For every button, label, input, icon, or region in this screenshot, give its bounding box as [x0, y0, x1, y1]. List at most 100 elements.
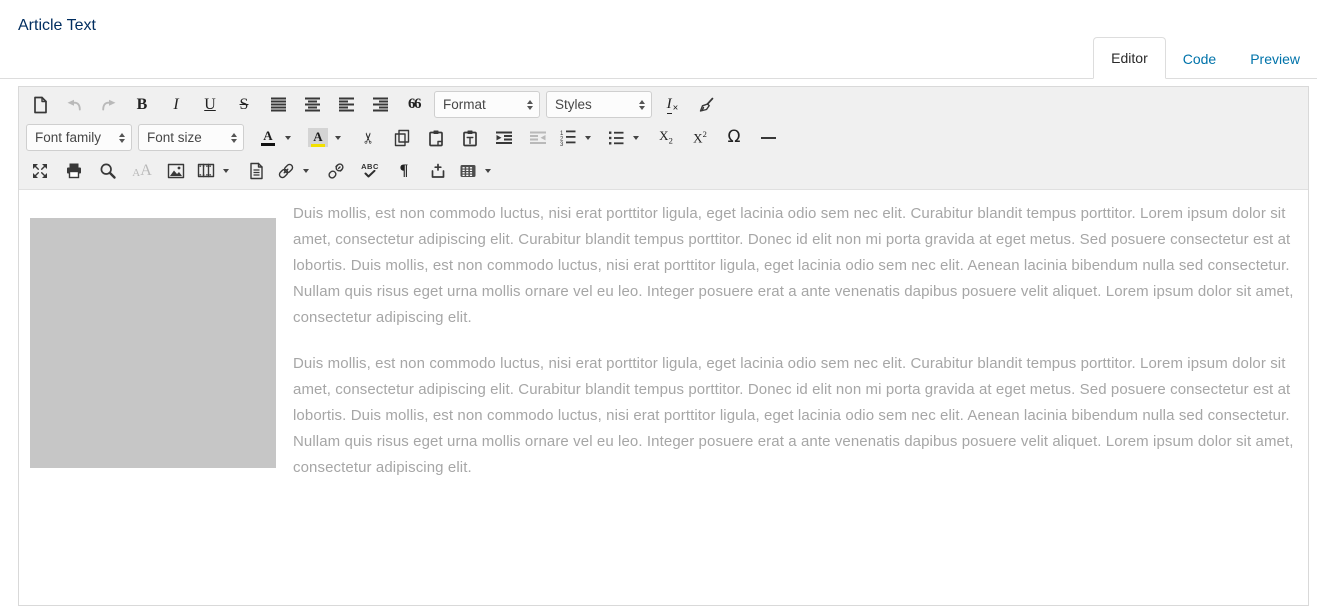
- superscript-icon: X2: [693, 130, 707, 144]
- underline-icon: U: [204, 97, 216, 113]
- link-splitbutton: [273, 157, 313, 184]
- block-options-splitbutton: [455, 157, 495, 184]
- new-document-button[interactable]: [23, 91, 57, 118]
- superscript-button[interactable]: X2: [683, 124, 717, 151]
- insert-image-button[interactable]: [159, 157, 193, 184]
- bold-button[interactable]: B: [125, 91, 159, 118]
- subscript-button[interactable]: X2: [649, 124, 683, 151]
- undo-button[interactable]: [57, 91, 91, 118]
- highlight-color-icon: A: [308, 128, 328, 147]
- tab-code[interactable]: Code: [1166, 39, 1233, 79]
- fullscreen-button[interactable]: [23, 157, 57, 184]
- table-of-contents-button[interactable]: [455, 157, 481, 184]
- font-size-aa-icon: AA: [132, 163, 152, 179]
- insert-template-button[interactable]: [239, 157, 273, 184]
- editor-toolbar: B I U S: [19, 87, 1308, 190]
- block-options-caret[interactable]: [481, 157, 495, 184]
- highlight-color-caret[interactable]: [331, 124, 345, 151]
- highlight-color-splitbutton: A: [305, 124, 345, 151]
- outdent-icon: [529, 131, 547, 145]
- align-right-icon: [372, 97, 389, 112]
- align-right-button[interactable]: [363, 91, 397, 118]
- upload-button[interactable]: [421, 157, 455, 184]
- bullet-list-splitbutton: [603, 124, 643, 151]
- table-splitbutton: [193, 157, 233, 184]
- align-left-icon: [338, 97, 355, 112]
- strikethrough-button[interactable]: S: [227, 91, 261, 118]
- paragraph-2: Duis mollis, est non commodo luctus, nis…: [293, 351, 1304, 481]
- outdent-button[interactable]: [521, 124, 555, 151]
- select-arrows-icon: [639, 100, 645, 110]
- unlink-button[interactable]: [319, 157, 353, 184]
- horizontal-rule-button[interactable]: [751, 124, 785, 151]
- ordered-list-caret[interactable]: [581, 124, 595, 151]
- tab-editor[interactable]: Editor: [1093, 37, 1166, 79]
- format-select[interactable]: Format: [434, 91, 540, 118]
- font-size-icon-button[interactable]: AA: [125, 157, 159, 184]
- align-left-button[interactable]: [329, 91, 363, 118]
- styles-select-value: Styles: [555, 97, 592, 112]
- caret-down-icon: [585, 136, 591, 140]
- paragraph-1: Duis mollis, est non commodo luctus, nis…: [293, 201, 1304, 331]
- align-justify-icon: [270, 97, 287, 112]
- caret-down-icon: [485, 169, 491, 173]
- table-icon: [197, 163, 215, 178]
- copy-button[interactable]: [385, 124, 419, 151]
- copy-icon: [393, 129, 411, 147]
- italic-button[interactable]: I: [159, 91, 193, 118]
- select-arrows-icon: [527, 100, 533, 110]
- text-color-caret[interactable]: [281, 124, 295, 151]
- redo-button[interactable]: [91, 91, 125, 118]
- indent-icon: [495, 131, 513, 145]
- text-color-button[interactable]: A: [255, 124, 281, 151]
- styles-select[interactable]: Styles: [546, 91, 652, 118]
- ordered-list-button[interactable]: 123: [555, 124, 581, 151]
- remove-format-icon: I×: [667, 97, 678, 112]
- search-button[interactable]: [91, 157, 125, 184]
- spellcheck-button[interactable]: ABC: [353, 157, 387, 184]
- editor-content-area[interactable]: Duis mollis, est non commodo luctus, nis…: [19, 190, 1308, 501]
- unlink-icon: [327, 162, 345, 180]
- font-family-select[interactable]: Font family: [26, 124, 132, 151]
- paragraph-marks-button[interactable]: ¶: [387, 157, 421, 184]
- table-caret[interactable]: [219, 157, 233, 184]
- font-size-select[interactable]: Font size: [138, 124, 244, 151]
- bullet-list-caret[interactable]: [629, 124, 643, 151]
- search-icon: [99, 162, 117, 180]
- new-document-icon: [32, 96, 49, 114]
- underline-button[interactable]: U: [193, 91, 227, 118]
- ordered-list-splitbutton: 123: [555, 124, 595, 151]
- insert-link-button[interactable]: [273, 157, 299, 184]
- blockquote-button[interactable]: 66: [397, 91, 431, 118]
- align-justify-button[interactable]: [261, 91, 295, 118]
- remove-format-button[interactable]: I×: [655, 91, 689, 118]
- caret-down-icon: [633, 136, 639, 140]
- link-caret[interactable]: [299, 157, 313, 184]
- broom-icon: [697, 96, 715, 114]
- toolbar-row-2: Font family Font size A: [19, 121, 1308, 154]
- link-icon: [277, 162, 295, 180]
- table-button[interactable]: [193, 157, 219, 184]
- align-center-button[interactable]: [295, 91, 329, 118]
- paste-button[interactable]: [419, 124, 453, 151]
- page-title: Article Text: [18, 17, 96, 35]
- font-family-select-value: Font family: [35, 130, 101, 145]
- redo-icon: [100, 96, 117, 113]
- spellcheck-icon: ABC: [361, 163, 379, 179]
- special-character-button[interactable]: Ω: [717, 124, 751, 151]
- tab-preview[interactable]: Preview: [1233, 39, 1317, 79]
- bullet-list-icon: [607, 130, 625, 146]
- undo-icon: [66, 96, 83, 113]
- paragraph-mark-icon: ¶: [400, 163, 409, 179]
- highlight-color-button[interactable]: A: [305, 124, 331, 151]
- indent-button[interactable]: [487, 124, 521, 151]
- caret-down-icon: [285, 136, 291, 140]
- clean-formatting-button[interactable]: [689, 91, 723, 118]
- bullet-list-button[interactable]: [603, 124, 629, 151]
- bold-icon: B: [137, 97, 148, 113]
- toolbar-row-1: B I U S: [19, 88, 1308, 121]
- image-placeholder[interactable]: [30, 218, 276, 468]
- cut-button[interactable]: ✂: [351, 124, 385, 151]
- print-button[interactable]: [57, 157, 91, 184]
- paste-as-text-button[interactable]: [453, 124, 487, 151]
